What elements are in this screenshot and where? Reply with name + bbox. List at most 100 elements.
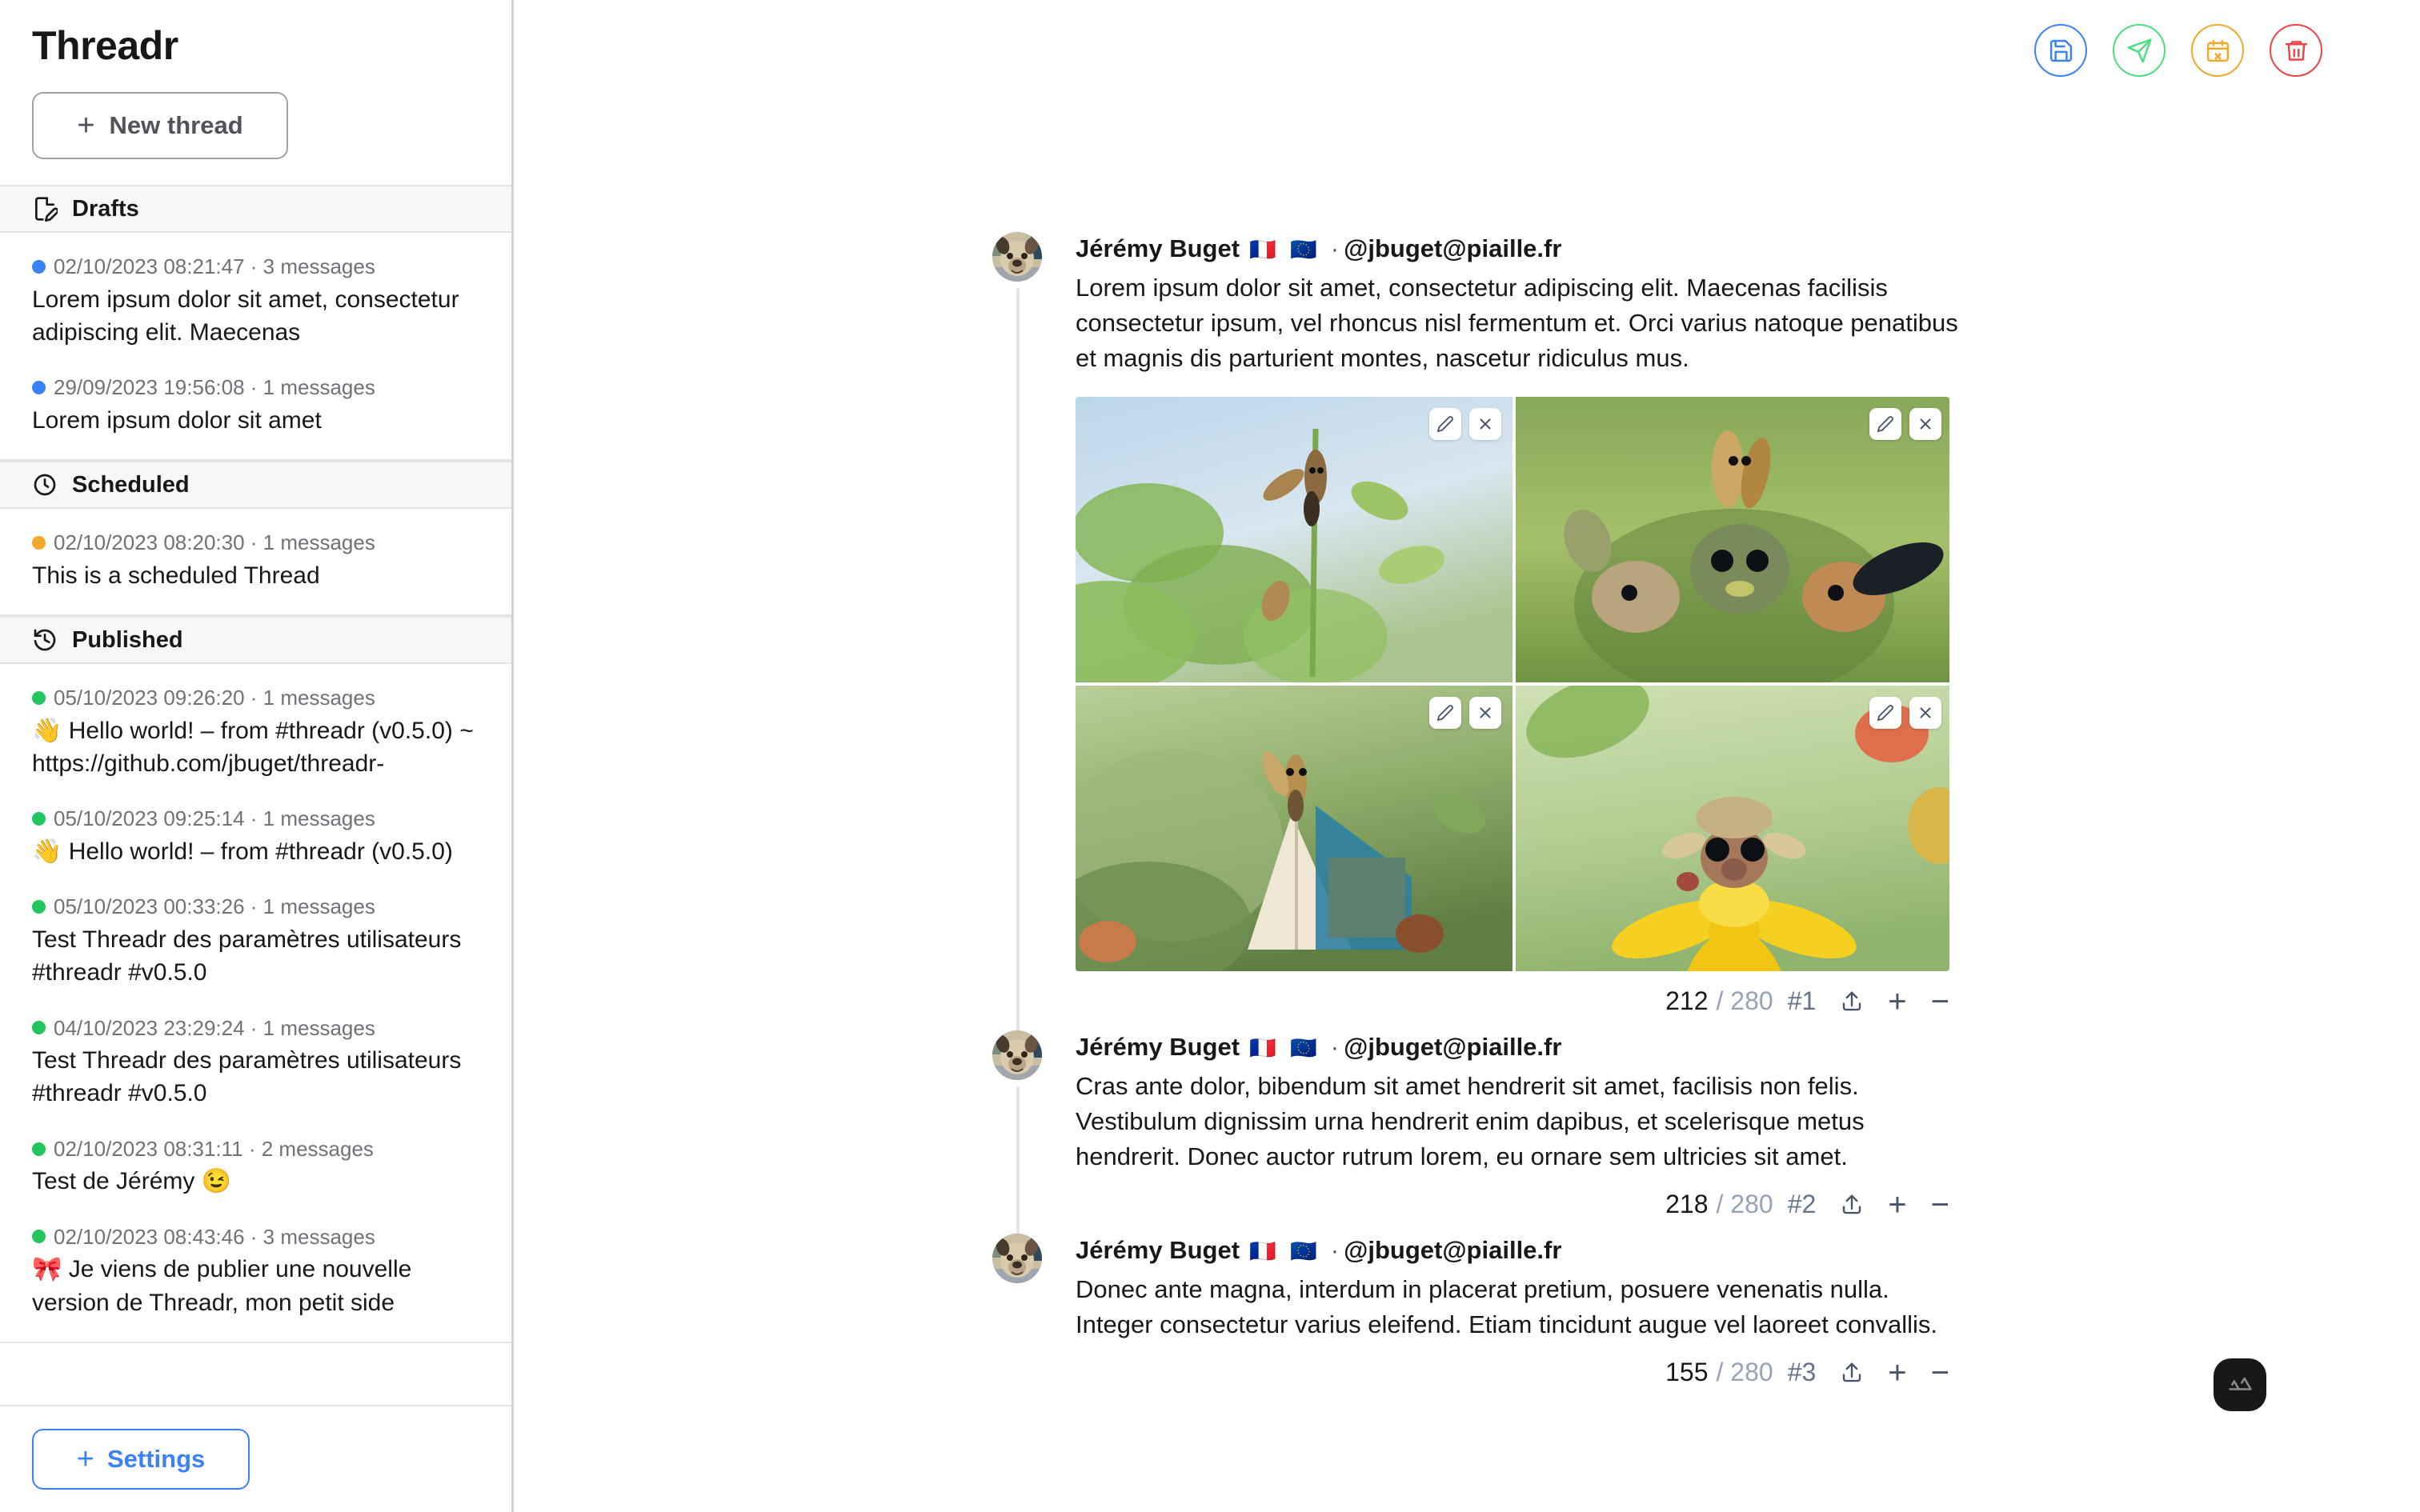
devtools-badge[interactable] bbox=[2214, 1358, 2266, 1411]
thread-meta: 04/10/2023 23:29:24 · 1 messages bbox=[32, 1015, 479, 1042]
post-index: #3 bbox=[1787, 1358, 1817, 1387]
thread-meta-text: 02/10/2023 08:20:30 · 1 messages bbox=[54, 530, 375, 555]
thread-list-item[interactable]: 02/10/2023 08:43:46 · 3 messages 🎀 Je vi… bbox=[0, 1210, 511, 1330]
author-name: Jérémy Buget bbox=[1076, 234, 1240, 262]
settings-button[interactable]: + Settings bbox=[32, 1429, 250, 1490]
thread-editor: Jérémy Buget 🇫🇷 🇪🇺 · @jbuget@piaille.fr … bbox=[988, 232, 2266, 1411]
char-count: 155 bbox=[1665, 1358, 1709, 1387]
post-author: Jérémy Buget 🇫🇷 🇪🇺 · @jbuget@piaille.fr bbox=[1076, 1234, 1980, 1267]
author-flags: 🇫🇷 🇪🇺 bbox=[1249, 1238, 1321, 1263]
upload-media-button[interactable] bbox=[1816, 1193, 1864, 1217]
thread-list-item[interactable]: 29/09/2023 19:56:08 · 1 messages Lorem i… bbox=[0, 360, 511, 448]
char-max: / 280 bbox=[1716, 1358, 1773, 1387]
char-max: / 280 bbox=[1716, 1190, 1773, 1219]
floppy-disk-icon bbox=[2048, 38, 2074, 64]
new-thread-label: New thread bbox=[109, 111, 243, 139]
thread-group-scheduled: 02/10/2023 08:20:30 · 1 messages This is… bbox=[0, 509, 511, 617]
sidebar-footer: + Settings bbox=[0, 1405, 511, 1512]
thread-meta-text: 02/10/2023 08:21:47 · 3 messages bbox=[54, 254, 375, 278]
media-actions bbox=[1869, 696, 1941, 729]
thread-connector-line bbox=[1016, 288, 1020, 1045]
thread-list-item[interactable]: 02/10/2023 08:31:11 · 2 messages Test de… bbox=[0, 1122, 511, 1210]
thread-meta-text: 05/10/2023 09:25:14 · 1 messages bbox=[54, 806, 375, 831]
send-button[interactable] bbox=[2113, 24, 2166, 77]
section-header-scheduled[interactable]: Scheduled bbox=[0, 461, 511, 510]
post-author: Jérémy Buget 🇫🇷 🇪🇺 · @jbuget@piaille.fr bbox=[1076, 1030, 1980, 1064]
add-post-button[interactable]: + bbox=[1864, 1357, 1906, 1389]
media-cell[interactable] bbox=[1516, 396, 1949, 682]
status-dot bbox=[32, 259, 46, 274]
upload-media-button[interactable] bbox=[1816, 1361, 1864, 1385]
media-remove-button[interactable] bbox=[1469, 696, 1501, 729]
plus-icon: + bbox=[76, 1442, 94, 1476]
section-header-drafts[interactable]: Drafts bbox=[0, 185, 511, 233]
thread-preview: 🎀 Je viens de publier une nouvelle versi… bbox=[32, 1256, 412, 1316]
pencil-icon bbox=[1877, 415, 1893, 432]
delete-button[interactable] bbox=[2270, 24, 2322, 77]
section-label: Published bbox=[72, 626, 183, 653]
upload-icon bbox=[1840, 1193, 1864, 1217]
media-remove-button[interactable] bbox=[1469, 407, 1501, 440]
status-dot bbox=[32, 899, 46, 914]
remove-post-button[interactable]: − bbox=[1907, 1357, 1949, 1389]
upload-icon bbox=[1840, 990, 1864, 1014]
media-cell[interactable] bbox=[1076, 396, 1512, 682]
avatar-image bbox=[992, 1030, 1042, 1080]
media-cell[interactable] bbox=[1076, 685, 1512, 971]
thread-meta-text: 02/10/2023 08:31:11 · 2 messages bbox=[54, 1136, 374, 1161]
thread-list-item[interactable]: 05/10/2023 09:25:14 · 1 messages 👋 Hello… bbox=[0, 791, 511, 879]
status-dot bbox=[32, 1230, 46, 1244]
remove-post-button[interactable]: − bbox=[1907, 1189, 1949, 1221]
thread-meta-text: 05/10/2023 09:26:20 · 1 messages bbox=[54, 686, 375, 710]
post-counter-row: 155 / 280 #3 + − bbox=[1076, 1357, 1949, 1389]
post-text[interactable]: Cras ante dolor, bibendum sit amet hendr… bbox=[1076, 1069, 1964, 1174]
thread-list-item[interactable]: 02/10/2023 08:20:30 · 1 messages This is… bbox=[0, 515, 511, 603]
thread-meta: 05/10/2023 00:33:26 · 1 messages bbox=[32, 894, 479, 920]
trash-icon bbox=[2283, 38, 2310, 64]
status-dot bbox=[32, 381, 46, 395]
media-edit-button[interactable] bbox=[1429, 407, 1461, 440]
remove-post-button[interactable]: − bbox=[1907, 986, 1949, 1018]
thread-meta-text: 29/09/2023 19:56:08 · 1 messages bbox=[54, 375, 375, 400]
add-post-button[interactable]: + bbox=[1864, 1189, 1906, 1221]
author-separator: · bbox=[1330, 1235, 1340, 1264]
media-edit-button[interactable] bbox=[1869, 407, 1901, 440]
thread-list-scroll[interactable]: Drafts 02/10/2023 08:21:47 · 3 messages … bbox=[0, 185, 511, 1405]
save-button[interactable] bbox=[2034, 24, 2087, 77]
media-remove-button[interactable] bbox=[1909, 407, 1941, 440]
section-label: Drafts bbox=[72, 195, 139, 222]
status-dot bbox=[32, 690, 46, 705]
media-edit-button[interactable] bbox=[1429, 696, 1461, 729]
file-edit-icon bbox=[32, 196, 59, 222]
post-index: #2 bbox=[1787, 1190, 1817, 1219]
post-text[interactable]: Donec ante magna, interdum in placerat p… bbox=[1076, 1272, 1964, 1342]
schedule-button[interactable] bbox=[2191, 24, 2244, 77]
close-icon bbox=[1480, 418, 1491, 430]
plus-icon: + bbox=[77, 109, 95, 142]
settings-label: Settings bbox=[106, 1445, 206, 1473]
section-header-published[interactable]: Published bbox=[0, 616, 511, 665]
thread-list-item[interactable]: 02/10/2023 08:21:47 · 3 messages Lorem i… bbox=[0, 239, 511, 360]
nuxt-logo-icon bbox=[2226, 1369, 2254, 1400]
status-dot bbox=[32, 1142, 46, 1156]
post-text[interactable]: Lorem ipsum dolor sit amet, consectetur … bbox=[1076, 270, 1964, 376]
media-cell[interactable] bbox=[1516, 685, 1949, 971]
post-gutter bbox=[988, 1233, 1076, 1402]
thread-list-item[interactable]: 05/10/2023 00:33:26 · 1 messages Test Th… bbox=[0, 879, 511, 1000]
upload-media-button[interactable] bbox=[1816, 990, 1864, 1014]
media-remove-button[interactable] bbox=[1909, 696, 1941, 729]
thread-connector-line bbox=[1016, 1086, 1020, 1248]
close-icon bbox=[1920, 707, 1931, 718]
post-gutter bbox=[988, 1030, 1076, 1248]
new-thread-button[interactable]: + New thread bbox=[32, 92, 288, 159]
author-name: Jérémy Buget bbox=[1076, 1032, 1240, 1061]
pencil-icon bbox=[1436, 704, 1453, 721]
media-edit-button[interactable] bbox=[1869, 696, 1901, 729]
author-handle: @jbuget@piaille.fr bbox=[1344, 234, 1562, 262]
thread-list-item[interactable]: 05/10/2023 09:26:20 · 1 messages 👋 Hello… bbox=[0, 670, 511, 791]
post-author: Jérémy Buget 🇫🇷 🇪🇺 · @jbuget@piaille.fr bbox=[1076, 232, 1980, 266]
thread-preview: This is a scheduled Thread bbox=[32, 562, 320, 589]
add-post-button[interactable]: + bbox=[1864, 986, 1906, 1018]
main-panel: Jérémy Buget 🇫🇷 🇪🇺 · @jbuget@piaille.fr … bbox=[514, 0, 2420, 1512]
thread-list-item[interactable]: 04/10/2023 23:29:24 · 1 messages Test Th… bbox=[0, 1001, 511, 1122]
